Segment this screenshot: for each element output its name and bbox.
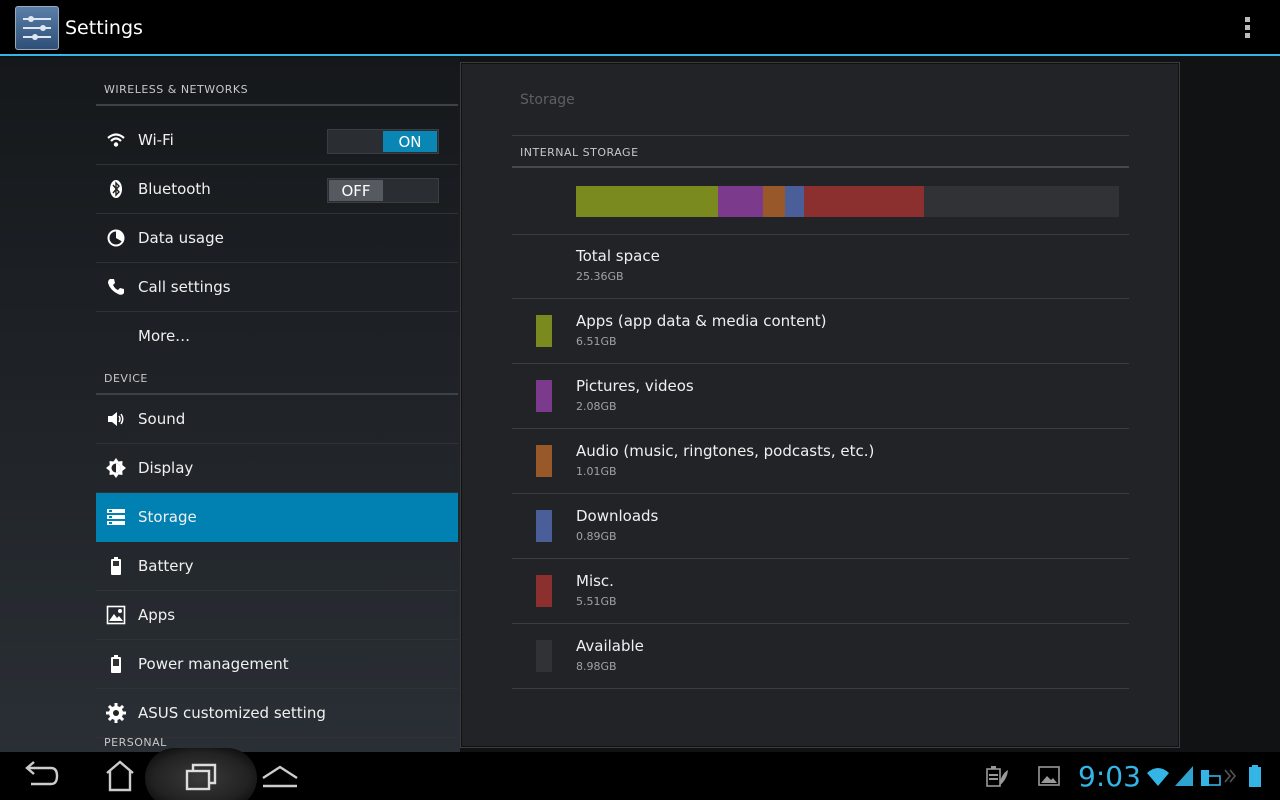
sidebar-item-apps[interactable]: Apps — [96, 591, 458, 640]
settings-sliders-icon[interactable] — [15, 6, 59, 50]
gallery-notification-icon[interactable] — [1037, 764, 1061, 788]
category-size: 2.08GB — [576, 400, 617, 413]
storage-category-row[interactable]: Pictures, videos 2.08GB — [512, 364, 1129, 429]
sidebar-item-data-usage[interactable]: Data usage — [96, 214, 458, 263]
recent-apps-icon[interactable] — [176, 758, 226, 794]
sidebar-item-label: More… — [138, 327, 191, 345]
storage-category-row[interactable]: Available 8.98GB — [512, 624, 1129, 689]
sidebar-item-wifi[interactable]: Wi-Fi ON — [96, 116, 458, 165]
battery-saver-icon[interactable] — [985, 764, 1009, 788]
divider — [512, 166, 1129, 168]
storage-bar-segment — [784, 186, 804, 217]
wifi-toggle[interactable]: ON — [327, 129, 439, 154]
category-label: Misc. — [576, 572, 614, 590]
gear-icon — [106, 703, 126, 723]
category-size: 8.98GB — [576, 660, 617, 673]
wifi-icon — [107, 133, 125, 147]
back-icon[interactable] — [15, 758, 65, 794]
total-space-row: Total space 25.36GB — [512, 234, 1129, 299]
section-header-wireless: WIRELESS & NETWORKS — [96, 72, 458, 106]
app-title: Settings — [65, 17, 143, 39]
storage-category-row[interactable]: Misc. 5.51GB — [512, 559, 1129, 624]
storage-bar-segment — [762, 186, 785, 217]
chevron-right-icon — [1224, 769, 1237, 783]
category-color-swatch — [536, 640, 552, 672]
storage-usage-bar — [576, 186, 1119, 217]
category-color-swatch — [536, 380, 552, 412]
overflow-menu-icon[interactable] — [1238, 14, 1258, 42]
sidebar-item-label: Display — [138, 459, 194, 477]
settings-list: WIRELESS & NETWORKS Wi-Fi ON Bluetooth O… — [0, 58, 460, 752]
storage-panel: Storage INTERNAL STORAGE Total space 25.… — [460, 62, 1180, 748]
sidebar-item-label: ASUS customized setting — [138, 704, 326, 722]
storage-category-row[interactable]: Audio (music, ringtones, podcasts, etc.)… — [512, 429, 1129, 494]
home-icon[interactable] — [95, 758, 145, 794]
data-usage-icon — [107, 229, 125, 247]
category-label: Audio (music, ringtones, podcasts, etc.) — [576, 442, 875, 460]
category-size: 0.89GB — [576, 530, 617, 543]
bluetooth-toggle[interactable]: OFF — [327, 178, 439, 203]
total-space-value: 25.36GB — [576, 270, 624, 283]
battery-icon — [1249, 765, 1261, 787]
category-label: Pictures, videos — [576, 377, 694, 395]
sidebar-item-label: Battery — [138, 557, 194, 575]
storage-category-row[interactable]: Downloads 0.89GB — [512, 494, 1129, 559]
sidebar-item-bluetooth[interactable]: Bluetooth OFF — [96, 165, 458, 214]
speaker-icon — [108, 412, 124, 426]
sidebar-item-call-settings[interactable]: Call settings — [96, 263, 458, 312]
sidebar-item-storage[interactable]: Storage — [96, 493, 458, 542]
sidebar-item-label: Apps — [138, 606, 176, 624]
internal-storage-header: INTERNAL STORAGE — [520, 146, 639, 159]
category-color-swatch — [536, 315, 552, 347]
storage-bar-segment — [923, 186, 1119, 217]
sidebar-item-label: Sound — [138, 410, 186, 428]
category-color-swatch — [536, 510, 552, 542]
sidebar-item-label: Power management — [138, 655, 289, 673]
dock-battery-icon — [1201, 770, 1221, 786]
sidebar-item-battery[interactable]: Battery — [96, 542, 458, 591]
storage-category-row[interactable]: Apps (app data & media content) 6.51GB — [512, 299, 1129, 364]
up-chevron-icon[interactable] — [255, 758, 305, 794]
cell-signal-icon — [1175, 766, 1193, 786]
storage-bar-segment — [804, 186, 924, 217]
bluetooth-icon — [110, 180, 122, 198]
breadcrumb: Storage — [520, 92, 575, 108]
category-label: Available — [576, 637, 644, 655]
phone-icon — [108, 279, 124, 295]
storage-icon — [107, 509, 125, 525]
storage-bar-segment — [717, 186, 763, 217]
divider — [512, 135, 1129, 136]
system-bar: 9:03 — [0, 748, 1280, 800]
sidebar-item-more[interactable]: More… — [96, 312, 458, 361]
category-size: 1.01GB — [576, 465, 617, 478]
wifi-signal-icon — [1147, 768, 1169, 786]
category-label: Apps (app data & media content) — [576, 312, 827, 330]
sidebar-item-sound[interactable]: Sound — [96, 395, 458, 444]
section-header-device: DEVICE — [96, 361, 458, 395]
apps-icon — [106, 605, 126, 625]
sidebar-item-power-management[interactable]: Power management — [96, 640, 458, 689]
clock[interactable]: 9:03 — [1078, 760, 1141, 793]
storage-bar-segment — [576, 186, 718, 217]
category-size: 5.51GB — [576, 595, 617, 608]
power-battery-icon — [111, 655, 121, 673]
category-color-swatch — [536, 575, 552, 607]
battery-icon — [111, 557, 121, 575]
category-label: Downloads — [576, 507, 659, 525]
total-space-label: Total space — [576, 247, 660, 265]
action-bar: Settings — [0, 0, 1280, 56]
sidebar-item-label: Bluetooth — [138, 180, 211, 198]
category-size: 6.51GB — [576, 335, 617, 348]
sidebar-item-label: Wi-Fi — [138, 131, 174, 149]
sidebar-item-label: Data usage — [138, 229, 224, 247]
sidebar-item-display[interactable]: Display — [96, 444, 458, 493]
brightness-icon — [106, 458, 126, 478]
category-color-swatch — [536, 445, 552, 477]
sidebar-item-label: Call settings — [138, 278, 231, 296]
sidebar-item-label: Storage — [138, 508, 197, 526]
section-header-personal: PERSONAL — [104, 736, 167, 749]
